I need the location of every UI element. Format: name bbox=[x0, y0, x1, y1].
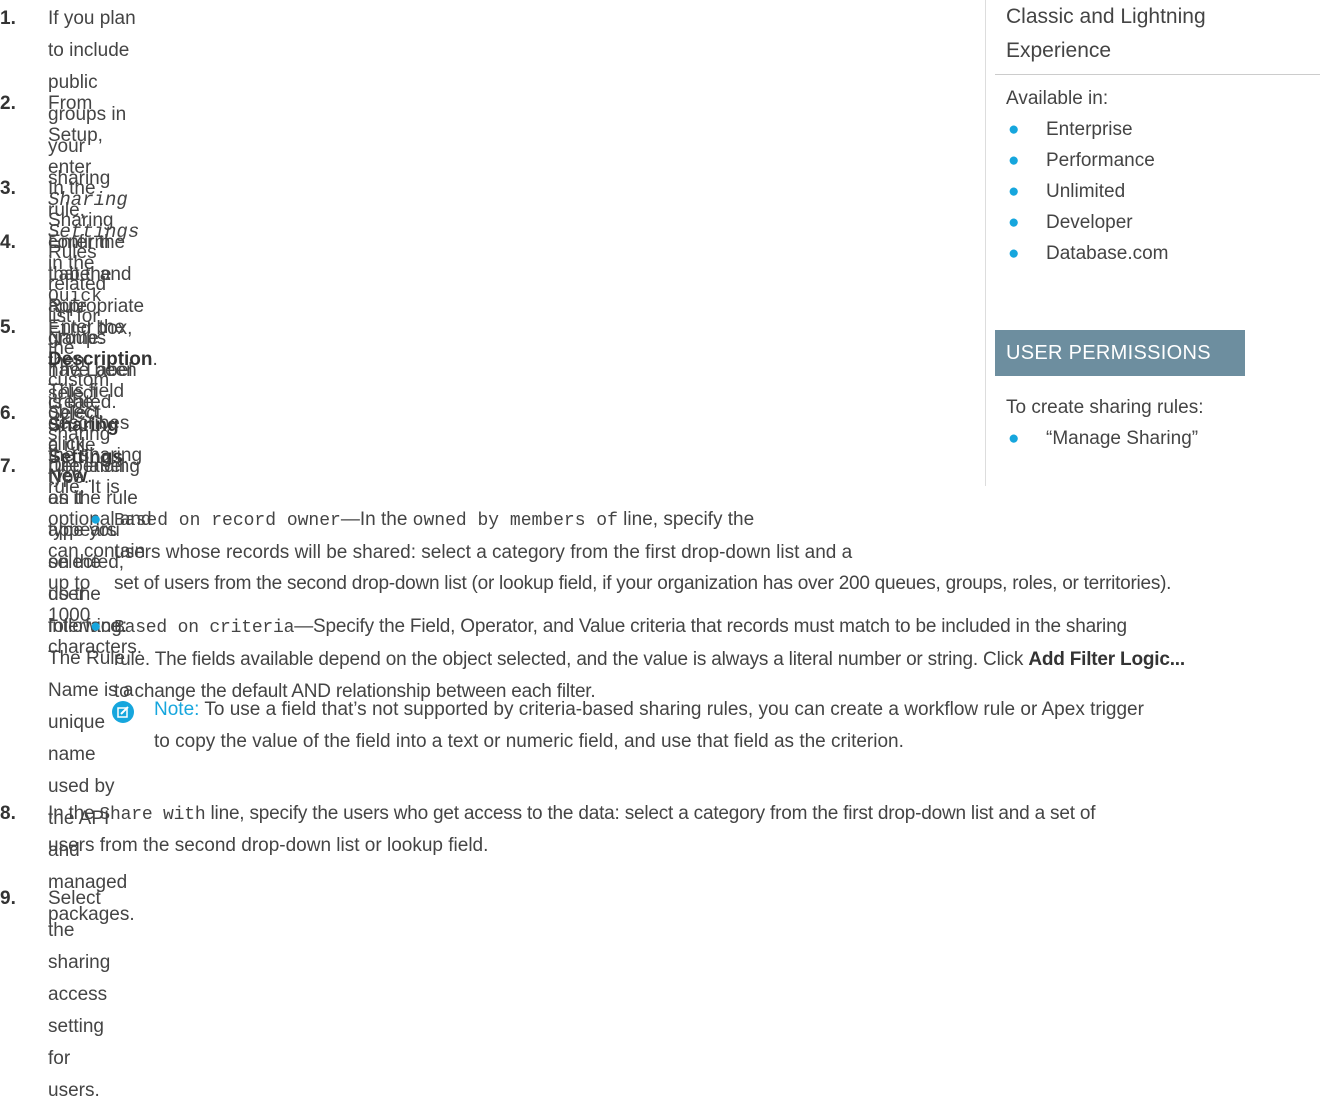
edition-name: Performance bbox=[1046, 150, 1155, 171]
edition-list: ● Enterprise ● Performance ● Unlimited ● Dev… bbox=[1006, 114, 1169, 269]
code-owned-by-members-of: owned by members of bbox=[412, 511, 618, 531]
text: —Specify the Field, Operator, and Value … bbox=[294, 616, 1127, 637]
step-line: users from the second drop-down list or … bbox=[48, 835, 489, 856]
step-number: 5. bbox=[0, 317, 16, 338]
edition-name: Enterprise bbox=[1046, 119, 1133, 140]
text: rule. The fields available depend on the… bbox=[114, 649, 1029, 670]
note-text: Note: To use a field that’s not supporte… bbox=[154, 694, 1314, 758]
user-permissions-header: USER PERMISSIONS bbox=[995, 330, 1245, 376]
bullet-dot-icon: ● bbox=[1008, 150, 1020, 171]
bullet-dot-icon: ● bbox=[90, 616, 102, 637]
list-item: ● Performance bbox=[1006, 145, 1169, 176]
sidebar-divider bbox=[985, 0, 986, 486]
text: line, specify the bbox=[617, 509, 755, 530]
bullet-line: Based on criteria—Specify the Field, Ope… bbox=[114, 611, 1185, 644]
bullet-line: users whose records will be shared: sele… bbox=[114, 542, 853, 563]
step-number: 1. bbox=[0, 8, 16, 29]
permission-list: ● “Manage Sharing” bbox=[1006, 423, 1198, 454]
list-item: ● Enterprise bbox=[1006, 114, 1169, 145]
bullet-dot-icon: ● bbox=[1008, 243, 1020, 264]
note-label: Note: bbox=[154, 699, 200, 720]
edition-info: Classic and Lightning Experience bbox=[1006, 0, 1306, 68]
list-item: ● Database.com bbox=[1006, 238, 1169, 269]
edit-note-icon bbox=[112, 701, 134, 723]
code-based-on-record-owner: Based on record owner bbox=[114, 511, 341, 531]
edition-name: Developer bbox=[1046, 212, 1133, 233]
text: In the bbox=[48, 803, 100, 824]
step-number: 7. bbox=[0, 456, 16, 477]
bullet-text: Based on record owner—In the owned by me… bbox=[114, 504, 852, 569]
code-share-with: Share with bbox=[99, 805, 206, 825]
list-item: ● Developer bbox=[1006, 207, 1169, 238]
text: line, specify the users who get access t… bbox=[205, 803, 1096, 824]
step-number: 4. bbox=[0, 232, 16, 253]
step-text: In the Share with line, specify the user… bbox=[48, 798, 1096, 831]
step-number: 3. bbox=[0, 178, 16, 199]
text: To use a field that’s not supported by c… bbox=[199, 699, 1144, 720]
edition-line: Classic and Lightning bbox=[1006, 5, 1206, 28]
note-line: Note: To use a field that’s not supporte… bbox=[154, 694, 1314, 726]
edition-line: Experience bbox=[1006, 39, 1112, 62]
step-text: Select the sharing access setting for us… bbox=[48, 888, 111, 1101]
step-number: 8. bbox=[0, 803, 16, 824]
step-line: In the Share with line, specify the user… bbox=[48, 798, 1096, 831]
bold-description: Description bbox=[48, 349, 153, 370]
step-number: 9. bbox=[0, 888, 16, 909]
text: From Setup, enter bbox=[48, 93, 103, 178]
list-item: ● Unlimited bbox=[1006, 176, 1169, 207]
edition-name: Database.com bbox=[1046, 243, 1169, 264]
available-in-label: Available in: bbox=[1006, 88, 1109, 109]
bold-add-filter-logic: Add Filter Logic... bbox=[1028, 649, 1185, 670]
code-based-on-criteria: Based on criteria bbox=[114, 618, 295, 638]
bullet-line: rule. The fields available depend on the… bbox=[114, 644, 1185, 676]
text: Enter the bbox=[48, 317, 126, 338]
bullet-dot-icon: ● bbox=[1008, 428, 1020, 449]
bullet-line: set of users from the second drop-down l… bbox=[114, 573, 1172, 594]
edition-name: Unlimited bbox=[1046, 181, 1126, 202]
text: —In the bbox=[340, 509, 413, 530]
bullet-dot-icon: ● bbox=[1008, 181, 1020, 202]
sidebar-rule bbox=[995, 74, 1320, 75]
note-line: to copy the value of the field into a te… bbox=[154, 731, 904, 752]
bullet-dot-icon: ● bbox=[90, 509, 102, 530]
bullet-dot-icon: ● bbox=[1008, 212, 1020, 233]
bullet-dot-icon: ● bbox=[1008, 119, 1020, 140]
bullet-line: Based on record owner—In the owned by me… bbox=[114, 504, 852, 537]
list-item: ● “Manage Sharing” bbox=[1006, 423, 1198, 454]
permission-label: To create sharing rules: bbox=[1006, 397, 1204, 418]
step-number: 6. bbox=[0, 403, 16, 424]
step-number: 2. bbox=[0, 93, 16, 114]
permission-name: “Manage Sharing” bbox=[1046, 428, 1199, 449]
